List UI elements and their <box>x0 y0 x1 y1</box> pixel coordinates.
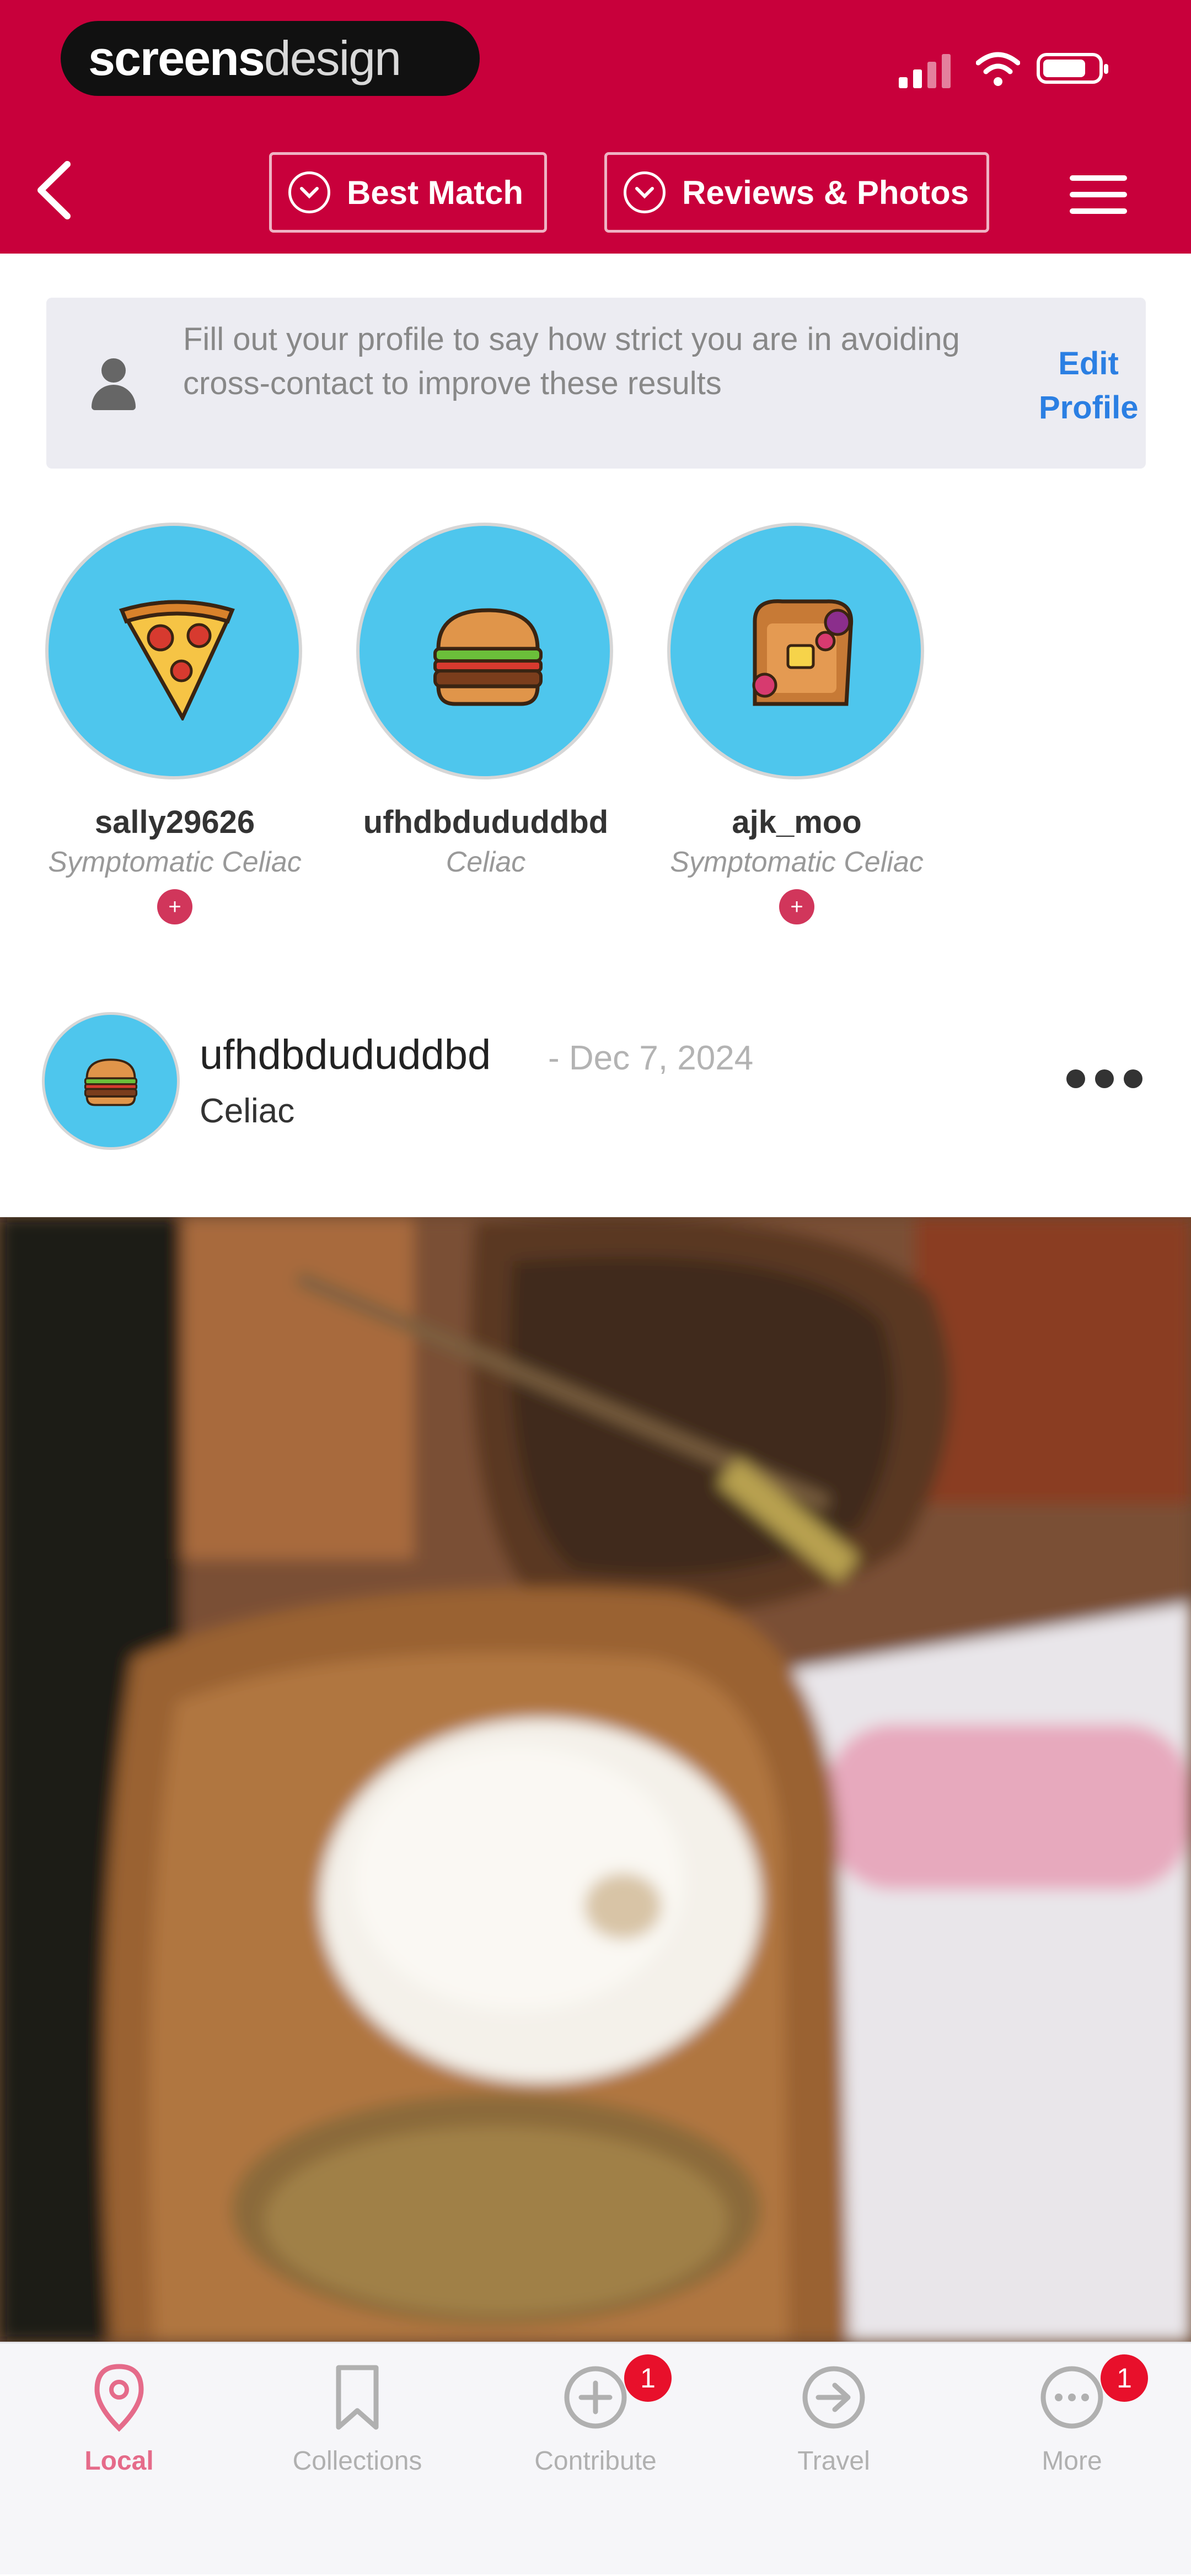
tab-local[interactable]: Local <box>0 2343 238 2576</box>
bookmark-icon <box>336 2365 379 2430</box>
post-author-name[interactable]: ufhdbdududdbd <box>200 1031 491 1079</box>
tab-collections[interactable]: Collections <box>238 2343 476 2576</box>
brand-logo: screensdesign <box>61 21 480 96</box>
more-options-icon[interactable] <box>1066 1069 1144 1091</box>
reviews-photos-button[interactable]: Reviews & Photos <box>604 152 989 233</box>
tab-label: Travel <box>797 2446 870 2476</box>
chevron-down-circle-icon <box>624 171 666 213</box>
plus-circle-icon <box>564 2366 627 2429</box>
ellipsis-circle-icon <box>1040 2366 1103 2429</box>
tab-label: Local <box>84 2446 154 2476</box>
reviewer-card[interactable]: sally29626 Symptomatic Celiac + <box>45 523 304 931</box>
add-reviewer-icon[interactable]: + <box>157 889 192 924</box>
best-match-button[interactable]: Best Match <box>269 152 547 233</box>
location-pin-icon <box>94 2364 144 2432</box>
post-author-diet: Celiac <box>200 1092 295 1130</box>
edit-profile-link[interactable]: Edit Profile <box>1039 342 1139 430</box>
arrow-circle-icon <box>802 2366 865 2429</box>
back-button[interactable] <box>33 160 77 221</box>
notification-badge: 1 <box>1101 2354 1148 2402</box>
post-photo[interactable] <box>0 1217 1191 2342</box>
post-author-avatar[interactable] <box>42 1012 180 1150</box>
toast-icon <box>752 599 854 706</box>
post-date: - Dec 7, 2024 <box>548 1039 754 1077</box>
bottom-tab-bar: Local Collections 1 Contribute Travel 1 … <box>0 2342 1191 2574</box>
tab-contribute[interactable]: 1 Contribute <box>476 2343 715 2576</box>
tab-label: More <box>1042 2446 1102 2476</box>
profile-prompt-text: Fill out your profile to say how strict … <box>183 321 960 401</box>
burger-icon <box>84 1058 138 1106</box>
notification-badge: 1 <box>624 2354 672 2402</box>
tab-more[interactable]: 1 More <box>953 2343 1191 2576</box>
reviews-photos-label: Reviews & Photos <box>682 174 969 211</box>
reviewer-card[interactable]: ufhdbdududdbd Celiac <box>356 523 615 931</box>
reviewer-diet: Celiac <box>446 846 526 878</box>
add-reviewer-icon[interactable]: + <box>779 889 814 924</box>
best-match-label: Best Match <box>347 174 524 211</box>
person-icon <box>92 358 136 413</box>
reviewer-name: sally29626 <box>94 804 255 840</box>
chevron-left-icon <box>37 161 71 219</box>
wifi-icon <box>976 52 1020 86</box>
tab-travel[interactable]: Travel <box>715 2343 953 2576</box>
reviewer-name: ufhdbdududdbd <box>363 804 609 840</box>
reviewer-name: ajk_moo <box>732 804 862 840</box>
pizza-icon <box>119 600 235 720</box>
tab-label: Contribute <box>534 2446 657 2476</box>
app-header: screensdesign Best Match Reviews & Photo… <box>0 0 1191 254</box>
burger-icon <box>433 608 543 706</box>
tab-label: Collections <box>292 2446 422 2476</box>
cellular-signal-icon <box>899 50 954 88</box>
reviewer-diet: Symptomatic Celiac <box>670 846 924 878</box>
profile-prompt-banner: Fill out your profile to say how strict … <box>46 298 1146 469</box>
reviewer-diet: Symptomatic Celiac <box>48 846 302 878</box>
battery-icon <box>1037 53 1108 84</box>
avatar <box>45 523 302 779</box>
hamburger-menu-icon[interactable] <box>1070 175 1127 214</box>
avatar <box>356 523 613 779</box>
avatar <box>667 523 924 779</box>
rice-plate-photo <box>0 1217 1191 2342</box>
chevron-down-circle-icon <box>288 171 330 213</box>
reviewer-card[interactable]: ajk_moo Symptomatic Celiac + <box>667 523 926 931</box>
